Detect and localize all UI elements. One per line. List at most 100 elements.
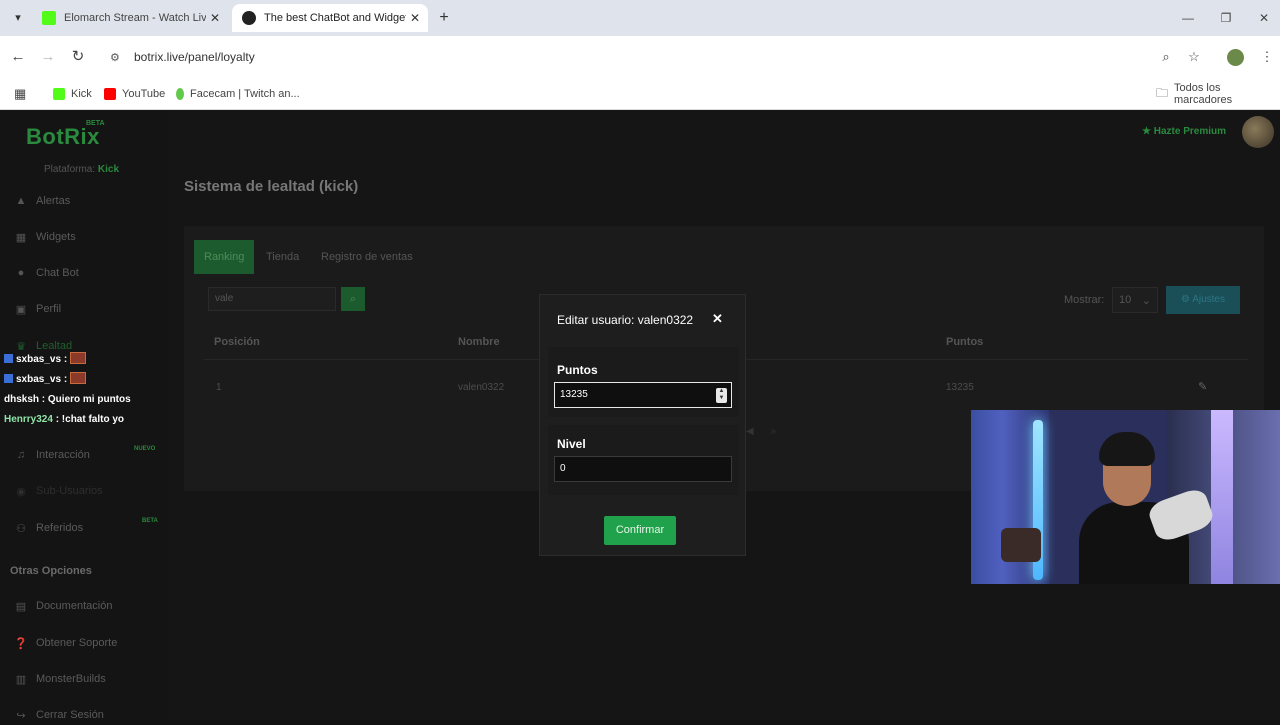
- sidebar-item-cerrar-sesion[interactable]: ↪ Cerrar Sesión: [14, 705, 104, 725]
- next-page-icon[interactable]: »: [770, 426, 776, 437]
- bookmarks-bar: ▦ Kick YouTube Facecam | Twitch an... 🗀 …: [0, 78, 1280, 110]
- modal-title: Editar usuario: valen0322: [557, 313, 694, 327]
- all-bookmarks[interactable]: 🗀 Todos los marcadores: [1156, 82, 1280, 106]
- show-label: Mostrar:: [1064, 294, 1105, 306]
- botrix-logo[interactable]: BotRix: [26, 124, 100, 150]
- sidebar-item-monsterbuilds[interactable]: ▥ MonsterBuilds: [14, 669, 106, 689]
- other-options-heading: Otras Opciones: [10, 565, 92, 577]
- platform-label: Plataforma:: [44, 164, 96, 175]
- minimize-icon[interactable]: —: [1178, 8, 1198, 28]
- tab-tienda[interactable]: Tienda: [256, 240, 309, 274]
- page-title: Sistema de lealtad (kick): [184, 178, 359, 195]
- bookmark-youtube[interactable]: YouTube: [104, 86, 165, 102]
- chat-text: : Quiero mi puntos: [41, 394, 131, 405]
- bookmark-star-icon[interactable]: ☆: [1185, 48, 1203, 66]
- close-window-icon[interactable]: ✕: [1254, 8, 1274, 28]
- emote-icon: [69, 372, 86, 384]
- referral-icon: ⚇: [16, 522, 26, 535]
- points-input[interactable]: 13235 ▲ ▼: [554, 382, 732, 408]
- forward-arrow-icon[interactable]: →: [38, 47, 58, 67]
- search-input[interactable]: vale: [208, 287, 336, 311]
- emote-icon: [69, 352, 86, 364]
- page-size-select[interactable]: 10 ⌄: [1112, 287, 1158, 313]
- apps-grid-icon[interactable]: ▦: [14, 86, 26, 102]
- sidebar-item-interaccion[interactable]: ♫ Interacción: [14, 445, 90, 465]
- close-tab-icon[interactable]: ✕: [406, 11, 424, 25]
- close-icon[interactable]: ✕: [712, 311, 723, 327]
- level-input[interactable]: 0: [554, 456, 732, 482]
- more-menu-icon[interactable]: ⋮: [1258, 48, 1276, 66]
- sidebar-item-chatbot[interactable]: ● Chat Bot: [14, 263, 79, 283]
- page-size-value: 10: [1119, 294, 1132, 306]
- sidebar-item-sub-usuarios[interactable]: ◉ Sub-Usuarios: [14, 481, 102, 501]
- back-arrow-icon[interactable]: ←: [8, 47, 28, 67]
- level-value: 0: [560, 463, 566, 474]
- folder-icon: 🗀: [1156, 85, 1169, 100]
- edit-pencil-icon[interactable]: ✎: [1198, 380, 1207, 393]
- settings-button[interactable]: ⚙ Ajustes: [1166, 286, 1240, 314]
- column-header-position[interactable]: Posición: [214, 336, 260, 348]
- chat-user: Henrry324: [4, 414, 53, 425]
- chat-message: Henrry324 : !chat falto yo: [4, 412, 124, 428]
- level-label: Nivel: [557, 437, 586, 451]
- column-header-points[interactable]: Puntos: [946, 336, 983, 348]
- new-tab-plus-icon[interactable]: +: [434, 8, 454, 28]
- chat-message: sxbas_vs :: [4, 372, 86, 388]
- prev-page-icon[interactable]: ◀: [746, 426, 754, 437]
- site-info-icon[interactable]: ⚙: [110, 51, 126, 64]
- number-stepper-icon[interactable]: ▲ ▼: [716, 388, 727, 403]
- sidebar-item-label: Cerrar Sesión: [36, 709, 104, 721]
- profile-avatar[interactable]: [1227, 49, 1244, 66]
- sidebar-item-documentacion[interactable]: ▤ Documentación: [14, 596, 113, 616]
- settings-label: Ajustes: [1192, 294, 1225, 305]
- restore-icon[interactable]: ❐: [1216, 8, 1236, 28]
- user-avatar[interactable]: [1242, 116, 1274, 148]
- chat-user: dhsksh: [4, 394, 40, 405]
- sidebar-item-soporte[interactable]: ❓ Obtener Soporte: [14, 633, 117, 653]
- tab-registro-ventas[interactable]: Registro de ventas: [311, 240, 423, 274]
- tab-title: The best ChatBot and Widgets f: [264, 12, 406, 24]
- chat-text: :: [63, 354, 68, 365]
- badge-icon: [4, 354, 13, 363]
- platform-value: Kick: [97, 164, 120, 175]
- close-tab-icon[interactable]: ✕: [206, 11, 224, 25]
- grid-icon: ▦: [15, 231, 27, 244]
- sidebar-item-label: Referidos: [36, 522, 84, 534]
- browser-tab-bar: ▾ Elomarch Stream - Watch Live o ✕ The b…: [0, 0, 1280, 36]
- chat-message: sxbas_vs :: [4, 352, 86, 368]
- bookmark-label: YouTube: [122, 88, 166, 100]
- youtube-icon: [104, 88, 116, 100]
- bookmark-facecam[interactable]: Facecam | Twitch an...: [176, 86, 300, 102]
- bookmark-kick[interactable]: Kick: [53, 86, 92, 102]
- sidebar-item-label: Widgets: [36, 231, 76, 243]
- reload-icon[interactable]: ↻: [68, 47, 88, 67]
- premium-link[interactable]: ★ Hazte Premium: [1142, 126, 1226, 137]
- trophy-icon: ♛: [16, 340, 26, 353]
- premium-label: Hazte Premium: [1153, 126, 1226, 137]
- column-header-name[interactable]: Nombre: [458, 336, 500, 348]
- search-button[interactable]: ⌕: [341, 287, 365, 311]
- sidebar-item-label: MonsterBuilds: [36, 673, 106, 685]
- star-icon: ★: [1142, 126, 1154, 137]
- facecam-icon: [176, 88, 184, 100]
- new-badge: NUEVO: [134, 446, 156, 452]
- tab-ranking[interactable]: Ranking: [194, 240, 255, 274]
- webcam-overlay: [971, 410, 1280, 584]
- pagination: ◀ »: [746, 426, 776, 437]
- sidebar-item-widgets[interactable]: ▦ Widgets: [14, 227, 76, 247]
- zoom-icon[interactable]: ⌕: [1157, 48, 1175, 66]
- sidebar-item-perfil[interactable]: ▣ Perfil: [14, 299, 61, 319]
- tab-search-chevron-icon[interactable]: ▾: [8, 8, 28, 28]
- confirm-button[interactable]: Confirmar: [604, 516, 676, 545]
- points-section: Puntos 13235 ▲ ▼: [548, 347, 739, 417]
- music-icon: ♫: [16, 449, 26, 461]
- address-bar[interactable]: ⚙ botrix.live/panel/loyalty: [100, 42, 1190, 72]
- sidebar-item-alertas[interactable]: ▲ Alertas: [14, 191, 71, 211]
- help-icon: ❓: [14, 637, 28, 650]
- browser-tab-elomarch[interactable]: Elomarch Stream - Watch Live o ✕: [32, 4, 228, 32]
- chat-user: sxbas_vs: [16, 374, 62, 385]
- browser-tab-botrix[interactable]: The best ChatBot and Widgets f ✕: [232, 4, 428, 32]
- sidebar-item-label: Chat Bot: [36, 267, 79, 279]
- profile-icon: ▣: [15, 303, 27, 316]
- sidebar-item-referidos[interactable]: ⚇ Referidos: [14, 518, 83, 538]
